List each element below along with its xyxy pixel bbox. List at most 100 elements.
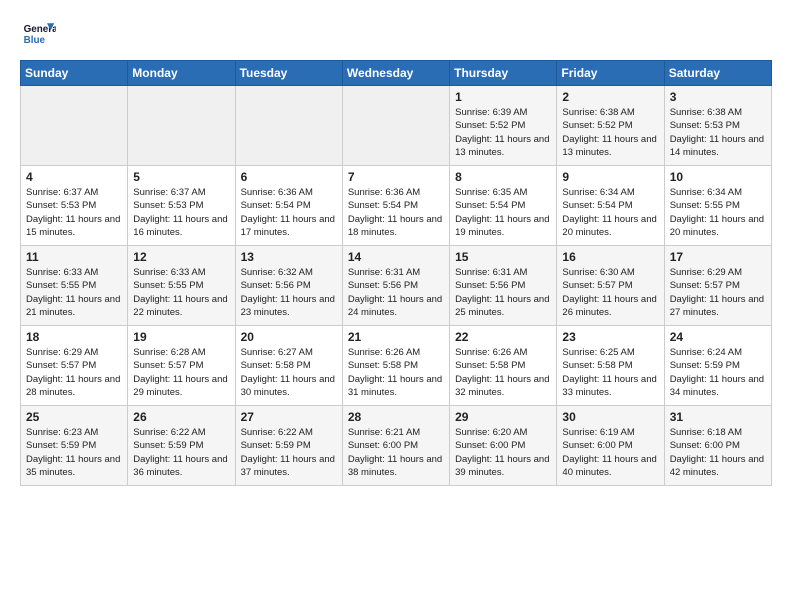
calendar-cell [342,86,449,166]
day-info: Sunrise: 6:34 AMSunset: 5:55 PMDaylight:… [670,186,766,239]
day-info: Sunrise: 6:22 AMSunset: 5:59 PMDaylight:… [133,426,229,479]
calendar-week-row: 11Sunrise: 6:33 AMSunset: 5:55 PMDayligh… [21,246,772,326]
calendar-cell: 30 Sunrise: 6:19 AMSunset: 6:00 PMDayligh… [557,406,664,486]
logo: General Blue [20,16,60,52]
day-info: Sunrise: 6:32 AMSunset: 5:56 PMDaylight:… [241,266,337,319]
day-number: 28 [348,410,444,424]
calendar-table: SundayMondayTuesdayWednesdayThursdayFrid… [20,60,772,486]
day-number: 18 [26,330,122,344]
day-info: Sunrise: 6:29 AMSunset: 5:57 PMDaylight:… [670,266,766,319]
calendar-cell: 26 Sunrise: 6:22 AMSunset: 5:59 PMDayligh… [128,406,235,486]
calendar-header-row: SundayMondayTuesdayWednesdayThursdayFrid… [21,61,772,86]
col-header-monday: Monday [128,61,235,86]
day-info: Sunrise: 6:27 AMSunset: 5:58 PMDaylight:… [241,346,337,399]
day-number: 8 [455,170,551,184]
day-info: Sunrise: 6:37 AMSunset: 5:53 PMDaylight:… [26,186,122,239]
day-number: 10 [670,170,766,184]
day-info: Sunrise: 6:30 AMSunset: 5:57 PMDaylight:… [562,266,658,319]
calendar-cell: 19 Sunrise: 6:28 AMSunset: 5:57 PMDayligh… [128,326,235,406]
calendar-cell: 27 Sunrise: 6:22 AMSunset: 5:59 PMDayligh… [235,406,342,486]
day-info: Sunrise: 6:33 AMSunset: 5:55 PMDaylight:… [26,266,122,319]
col-header-friday: Friday [557,61,664,86]
day-info: Sunrise: 6:31 AMSunset: 5:56 PMDaylight:… [455,266,551,319]
calendar-cell: 7 Sunrise: 6:36 AMSunset: 5:54 PMDaylight… [342,166,449,246]
calendar-cell: 15Sunrise: 6:31 AMSunset: 5:56 PMDayligh… [450,246,557,326]
col-header-tuesday: Tuesday [235,61,342,86]
day-info: Sunrise: 6:22 AMSunset: 5:59 PMDaylight:… [241,426,337,479]
col-header-wednesday: Wednesday [342,61,449,86]
day-info: Sunrise: 6:24 AMSunset: 5:59 PMDaylight:… [670,346,766,399]
day-info: Sunrise: 6:18 AMSunset: 6:00 PMDaylight:… [670,426,766,479]
calendar-cell: 28Sunrise: 6:21 AMSunset: 6:00 PMDayligh… [342,406,449,486]
calendar-cell: 24 Sunrise: 6:24 AMSunset: 5:59 PMDayligh… [664,326,771,406]
logo-icon: General Blue [20,16,56,52]
day-number: 26 [133,410,229,424]
calendar-cell: 23 Sunrise: 6:25 AMSunset: 5:58 PMDayligh… [557,326,664,406]
day-info: Sunrise: 6:35 AMSunset: 5:54 PMDaylight:… [455,186,551,239]
day-number: 22 [455,330,551,344]
day-info: Sunrise: 6:36 AMSunset: 5:54 PMDaylight:… [348,186,444,239]
calendar-cell: 13 Sunrise: 6:32 AMSunset: 5:56 PMDayligh… [235,246,342,326]
day-number: 2 [562,90,658,104]
day-number: 19 [133,330,229,344]
day-info: Sunrise: 6:37 AMSunset: 5:53 PMDaylight:… [133,186,229,239]
col-header-thursday: Thursday [450,61,557,86]
day-number: 31 [670,410,766,424]
calendar-cell [235,86,342,166]
day-info: Sunrise: 6:28 AMSunset: 5:57 PMDaylight:… [133,346,229,399]
calendar-week-row: 1 Sunrise: 6:39 AMSunset: 5:52 PMDaylight… [21,86,772,166]
day-info: Sunrise: 6:38 AMSunset: 5:53 PMDaylight:… [670,106,766,159]
day-number: 21 [348,330,444,344]
calendar-cell [21,86,128,166]
day-info: Sunrise: 6:20 AMSunset: 6:00 PMDaylight:… [455,426,551,479]
day-info: Sunrise: 6:39 AMSunset: 5:52 PMDaylight:… [455,106,551,159]
day-info: Sunrise: 6:23 AMSunset: 5:59 PMDaylight:… [26,426,122,479]
col-header-sunday: Sunday [21,61,128,86]
calendar-week-row: 18Sunrise: 6:29 AMSunset: 5:57 PMDayligh… [21,326,772,406]
calendar-week-row: 4 Sunrise: 6:37 AMSunset: 5:53 PMDaylight… [21,166,772,246]
day-info: Sunrise: 6:34 AMSunset: 5:54 PMDaylight:… [562,186,658,239]
calendar-cell: 1 Sunrise: 6:39 AMSunset: 5:52 PMDaylight… [450,86,557,166]
calendar-cell: 31 Sunrise: 6:18 AMSunset: 6:00 PMDayligh… [664,406,771,486]
calendar-cell: 17 Sunrise: 6:29 AMSunset: 5:57 PMDayligh… [664,246,771,326]
day-number: 29 [455,410,551,424]
calendar-cell: 29 Sunrise: 6:20 AMSunset: 6:00 PMDayligh… [450,406,557,486]
calendar-cell: 14Sunrise: 6:31 AMSunset: 5:56 PMDayligh… [342,246,449,326]
day-number: 23 [562,330,658,344]
day-number: 5 [133,170,229,184]
calendar-cell: 16 Sunrise: 6:30 AMSunset: 5:57 PMDayligh… [557,246,664,326]
calendar-cell: 4 Sunrise: 6:37 AMSunset: 5:53 PMDaylight… [21,166,128,246]
day-number: 16 [562,250,658,264]
calendar-cell: 2 Sunrise: 6:38 AMSunset: 5:52 PMDaylight… [557,86,664,166]
day-number: 24 [670,330,766,344]
day-number: 30 [562,410,658,424]
calendar-cell: 11Sunrise: 6:33 AMSunset: 5:55 PMDayligh… [21,246,128,326]
day-number: 25 [26,410,122,424]
day-number: 27 [241,410,337,424]
col-header-saturday: Saturday [664,61,771,86]
day-number: 7 [348,170,444,184]
calendar-cell: 6Sunrise: 6:36 AMSunset: 5:54 PMDaylight… [235,166,342,246]
day-info: Sunrise: 6:26 AMSunset: 5:58 PMDaylight:… [348,346,444,399]
day-number: 4 [26,170,122,184]
day-info: Sunrise: 6:38 AMSunset: 5:52 PMDaylight:… [562,106,658,159]
day-number: 3 [670,90,766,104]
day-info: Sunrise: 6:33 AMSunset: 5:55 PMDaylight:… [133,266,229,319]
day-info: Sunrise: 6:36 AMSunset: 5:54 PMDaylight:… [241,186,337,239]
day-number: 13 [241,250,337,264]
day-number: 17 [670,250,766,264]
calendar-cell: 25 Sunrise: 6:23 AMSunset: 5:59 PMDayligh… [21,406,128,486]
calendar-cell: 22 Sunrise: 6:26 AMSunset: 5:58 PMDayligh… [450,326,557,406]
calendar-cell: 18Sunrise: 6:29 AMSunset: 5:57 PMDayligh… [21,326,128,406]
day-number: 1 [455,90,551,104]
calendar-cell: 3 Sunrise: 6:38 AMSunset: 5:53 PMDaylight… [664,86,771,166]
day-info: Sunrise: 6:25 AMSunset: 5:58 PMDaylight:… [562,346,658,399]
day-number: 9 [562,170,658,184]
svg-text:Blue: Blue [24,35,46,46]
day-number: 20 [241,330,337,344]
day-number: 12 [133,250,229,264]
day-info: Sunrise: 6:31 AMSunset: 5:56 PMDaylight:… [348,266,444,319]
calendar-cell: 12 Sunrise: 6:33 AMSunset: 5:55 PMDayligh… [128,246,235,326]
day-info: Sunrise: 6:19 AMSunset: 6:00 PMDaylight:… [562,426,658,479]
day-info: Sunrise: 6:26 AMSunset: 5:58 PMDaylight:… [455,346,551,399]
